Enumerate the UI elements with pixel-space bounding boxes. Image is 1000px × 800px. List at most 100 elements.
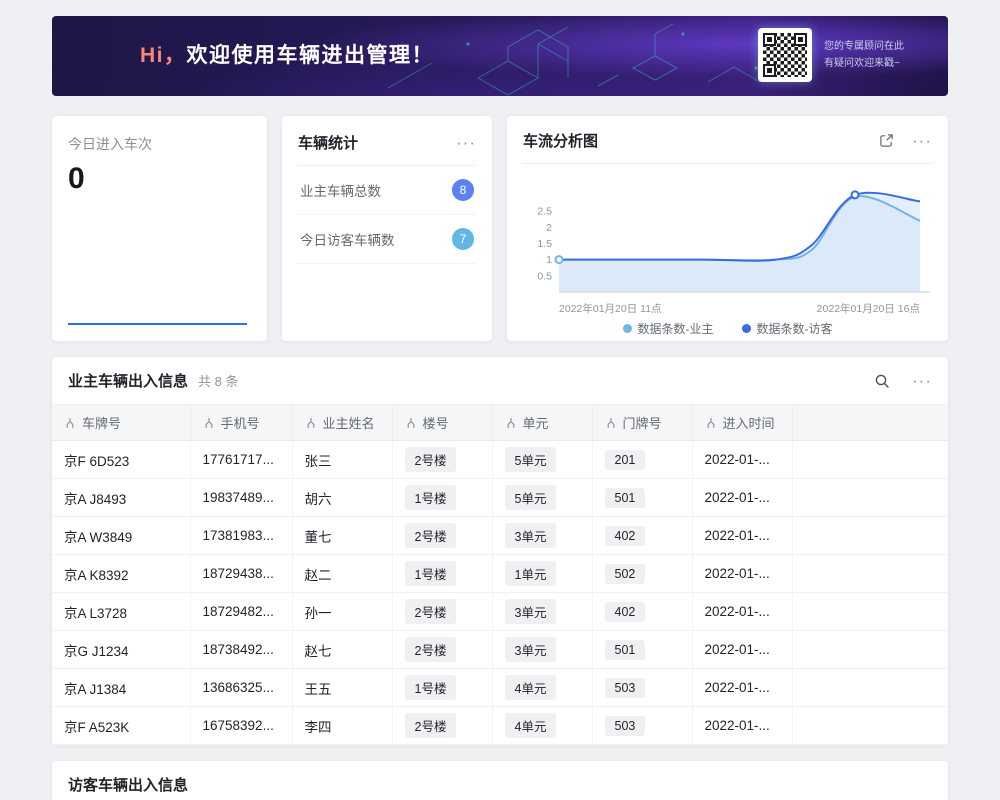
table-cell: 1号楼 [392,555,492,593]
legend-label: 数据条数-访客 [757,320,833,337]
table-row[interactable]: 京A J849319837489...胡六1号楼5单元5012022-01-..… [52,479,948,517]
table-cell [792,479,948,517]
table-cell: 3单元 [492,517,592,555]
table-cell: 18729438... [190,555,292,593]
banner-title: Hi，欢迎使用车辆进出管理！ [140,16,434,96]
svg-text:0.5: 0.5 [537,270,552,282]
more-icon[interactable]: ··· [912,132,932,149]
tag-pill: 402 [605,602,646,622]
table-cell: 2022-01-... [692,441,792,479]
table-cell: 2022-01-... [692,631,792,669]
tag-pill: 501 [605,488,646,508]
table-cell: 501 [592,479,692,517]
table-cell: 18738492... [190,631,292,669]
welcome-banner: Hi，欢迎使用车辆进出管理！ 您的专属顾问在此 有疑问欢迎来戳~ [52,16,948,96]
table-row[interactable]: 京A L372818729482...孙一2号楼3单元4022022-01-..… [52,593,948,631]
field-type-icon [203,417,215,429]
legend-item-visitor[interactable]: 数据条数-访客 [742,320,833,337]
column-header-1[interactable]: 车牌号 [52,405,190,441]
column-header-4[interactable]: 楼号 [392,405,492,441]
field-type-icon [305,417,317,429]
table-cell: 2号楼 [392,517,492,555]
traffic-line-chart: 0.511.522.52022年01月20日 11点2022年01月20日 16… [523,170,932,318]
qr-caption-line1: 您的专属顾问在此 [824,38,932,55]
column-header-6[interactable]: 门牌号 [592,405,692,441]
field-type-icon [705,417,717,429]
chart-card-title: 车流分析图 [523,130,598,151]
qr-finder-icon [794,33,807,46]
legend-dot-icon [742,324,751,333]
visitor-table-card: 访客车辆出入信息 截图 [52,761,948,800]
tag-pill: 502 [605,564,646,584]
column-header-3[interactable]: 业主姓名 [292,405,392,441]
table-cell: 4单元 [492,669,592,707]
table-cell: 京G J1234 [52,631,190,669]
tag-pill: 3单元 [505,599,557,624]
tag-pill: 1号楼 [405,485,457,510]
table-cell: 5单元 [492,441,592,479]
table-cell: 张三 [292,441,392,479]
qr-caption: 您的专属顾问在此 有疑问欢迎来戳~ [824,38,932,72]
owner-table-count: 共 8 条 [198,371,238,390]
qr-code[interactable] [758,28,812,82]
tag-pill: 1号楼 [405,675,457,700]
search-icon[interactable] [874,373,890,389]
tag-pill: 2号楼 [405,447,457,472]
vehicle-stats-title: 车辆统计 [298,132,358,153]
vehicle-stats-header: 车辆统计 ··· [298,132,476,166]
table-cell: 3单元 [492,593,592,631]
table-cell: 2022-01-... [692,479,792,517]
table-cell: 402 [592,517,692,555]
table-cell: 18729482... [190,593,292,631]
more-icon[interactable]: ··· [456,134,476,151]
column-header-5[interactable]: 单元 [492,405,592,441]
table-cell: 2022-01-... [692,593,792,631]
tag-pill: 5单元 [505,447,557,472]
tag-pill: 503 [605,678,646,698]
field-type-icon [405,417,417,429]
banner-greeting-text: 欢迎使用车辆进出管理！ [187,44,435,67]
visitor-table-title: 访客车辆出入信息 [68,774,188,795]
tag-pill: 1单元 [505,561,557,586]
table-cell: 17761717... [190,441,292,479]
export-icon[interactable] [879,133,894,148]
table-cell: 1号楼 [392,669,492,707]
owner-vehicle-table: 车牌号手机号业主姓名楼号单元门牌号进入时间京F 6D52317761717...… [52,404,948,745]
table-cell: 501 [592,631,692,669]
tag-pill: 501 [605,640,646,660]
table-row[interactable]: 京A W384917381983...董七2号楼3单元4022022-01-..… [52,517,948,555]
table-row[interactable]: 京F A523K16758392...李四2号楼4单元5032022-01-..… [52,707,948,745]
legend-label: 数据条数-业主 [638,320,714,337]
legend-dot-icon [623,324,632,333]
table-cell: 3单元 [492,631,592,669]
table-cell: 京F A523K [52,707,190,745]
table-cell: 胡六 [292,479,392,517]
field-type-icon [64,417,76,429]
table-cell [792,555,948,593]
more-icon[interactable]: ··· [912,372,932,389]
tag-pill: 503 [605,716,646,736]
column-header-empty [792,405,948,441]
column-header-7[interactable]: 进入时间 [692,405,792,441]
table-row[interactable]: 京F 6D52317761717...张三2号楼5单元2012022-01-..… [52,441,948,479]
table-cell: 402 [592,593,692,631]
table-cell: 201 [592,441,692,479]
table-cell: 赵七 [292,631,392,669]
table-cell: 1单元 [492,555,592,593]
table-row[interactable]: 京A J138413686325...王五1号楼4单元5032022-01-..… [52,669,948,707]
table-cell: 京A J1384 [52,669,190,707]
table-row[interactable]: 京G J123418738492...赵七2号楼3单元5012022-01-..… [52,631,948,669]
column-header-2[interactable]: 手机号 [190,405,292,441]
table-row[interactable]: 京A K839218729438...赵二1号楼1单元5022022-01-..… [52,555,948,593]
stat-row-owner-total: 业主车辆总数 8 [298,166,476,215]
legend-item-owner[interactable]: 数据条数-业主 [623,320,714,337]
table-cell: 503 [592,669,692,707]
table-cell: 1号楼 [392,479,492,517]
chart-card-header: 车流分析图 ··· [523,130,932,164]
tag-pill: 201 [605,450,646,470]
table-cell: 13686325... [190,669,292,707]
table-cell [792,707,948,745]
tag-pill: 2号楼 [405,713,457,738]
owner-table-card: 业主车辆出入信息 共 8 条 ··· 车牌号手机号业主姓名楼号单元门牌号进入时间… [52,357,948,745]
svg-text:2.5: 2.5 [537,206,552,218]
